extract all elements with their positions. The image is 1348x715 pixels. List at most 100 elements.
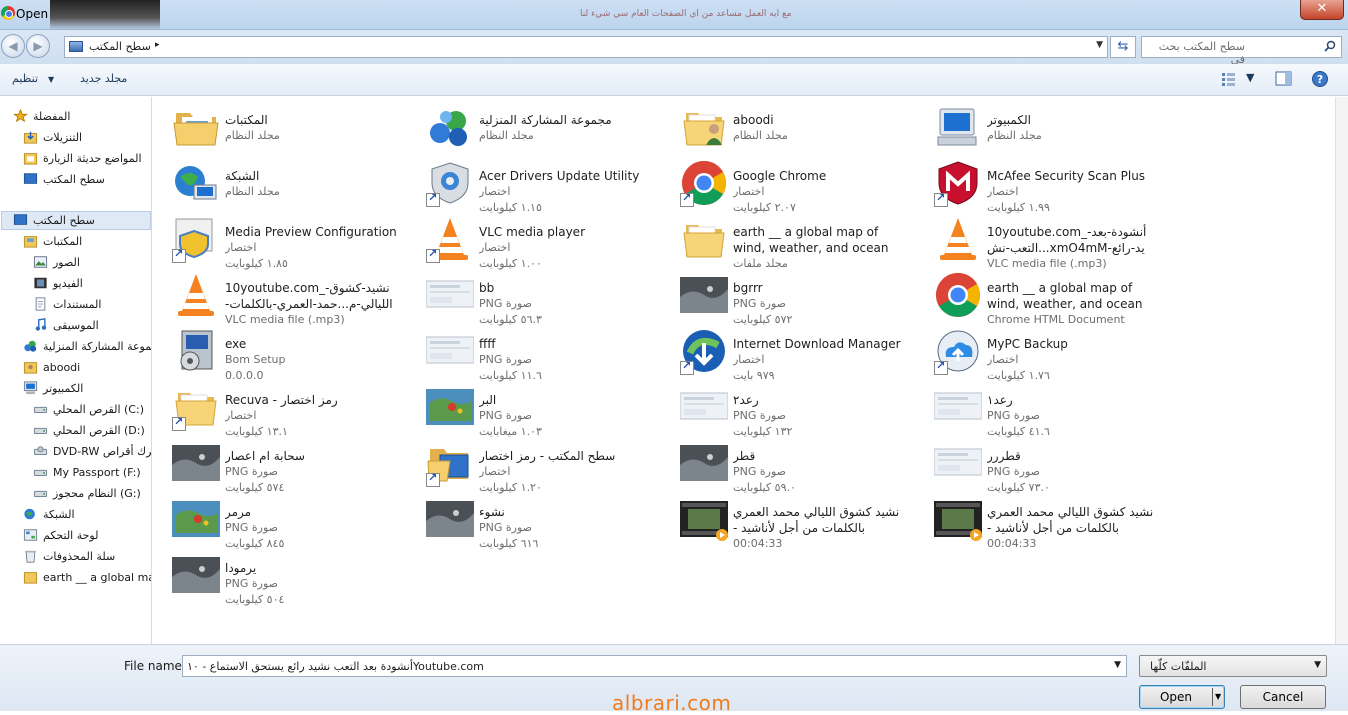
sidebar-item-label: المكتبات [43,235,83,248]
file-name: aboodi [733,113,774,127]
sidebar-item-label: المستندات [53,298,102,311]
file-name: مرمر [225,505,252,519]
file-name: Google Chrome [733,169,827,183]
file-item[interactable]: الكمبيوتر مجلد النظام [915,97,1169,151]
svg-text:?: ? [1317,73,1323,86]
file-item[interactable]: يرمودا PNG صورة ٥٠٤ كيلوبايت [153,545,407,606]
view-options-icon[interactable] [1220,70,1240,88]
file-item[interactable]: McAfee Security Scan Plusاختصار١.٩٩ كيلو… [915,153,1169,214]
file-name-input[interactable]: أنشودة بعد التعب نشيد رائع يستحق الاستما… [182,655,1127,677]
file-item[interactable]: bb PNG صورة ٥٦.٣ كيلوبايت [407,265,661,326]
file-item[interactable]: رعد١ PNG صورة ٤١.٦ كيلوبايت [915,377,1169,438]
file-name: earth __ a global map of wind, weather, … [733,225,889,255]
file-item[interactable]: Recuva - رمز اختصاراختصار١٣.١ كيلوبايت [153,377,407,438]
file-item[interactable]: ffff PNG صورة ١١.٦ كيلوبايت [407,321,661,382]
file-item[interactable]: VLC media playerاختصار١.٠٠ كيلوبايت [407,209,661,270]
libraries-icon [172,103,220,151]
open-label: Open [1159,690,1193,704]
file-type-select[interactable]: الملفّات كلّها ▼ [1139,655,1327,677]
file-type: PNG صورة [225,521,278,534]
file-size: ٦١٦ كيلوبايت [479,537,539,550]
chevron-down-icon[interactable]: ▼ [1096,40,1103,50]
recycle-bin-icon [23,549,38,563]
file-item[interactable]: Google Chromeاختصار٢.٠٧ كيلوبايت [661,153,915,214]
file-item[interactable]: نشيد كشوق الليالي محمد العمري بالكلمات م… [915,489,1169,550]
file-type: PNG صورة [225,577,278,590]
file-item[interactable]: Internet Download Managerاختصار٩٧٩ بايت [661,321,915,382]
file-type: اختصار [479,465,511,478]
file-name: bb [479,281,495,295]
sidebar-item-label: سلة المحذوفات [43,550,116,563]
view-dropdown-icon[interactable]: ▼ [1246,71,1254,84]
help-icon[interactable]: ? [1310,70,1330,88]
installer-icon [172,327,220,375]
vertical-scrollbar[interactable] [1335,97,1348,644]
back-button[interactable]: ◀ [1,34,25,58]
shortcut-arrow-icon [680,191,694,207]
file-name: VLC media player [479,225,586,239]
file-type: مجلد النظام [225,185,280,198]
file-item[interactable]: Acer Drivers Update Utilityاختصار١.١٥ كي… [407,153,661,214]
idm-icon [680,327,728,375]
image-map-icon [172,495,220,543]
refresh-button[interactable]: ⇆ [1110,36,1136,58]
open-button[interactable]: Open ▼ [1139,685,1225,709]
chrome-icon [1,6,15,20]
file-item[interactable]: قطر PNG صورة ٥٩.٠ كيلوبايت [661,433,915,494]
file-item[interactable]: exe Bom Setup 0.0.0.0 [153,321,407,382]
desktop-icon [13,213,28,227]
search-input[interactable]: سطح المكتب بحث في [1141,36,1342,66]
file-item[interactable]: قطررر PNG صورة ٧٣.٠ كيلوبايت [915,433,1169,494]
file-item[interactable]: earth __ a global map of wind, weather, … [915,265,1169,326]
file-item[interactable]: سحابة ام اعصار PNG صورة ٥٧٤ كيلوبايت [153,433,407,494]
cancel-button[interactable]: Cancel [1240,685,1326,709]
file-item[interactable]: نشوء PNG صورة ٦١٦ كيلوبايت [407,489,661,550]
image-dark-icon [426,495,474,543]
image-light-icon [679,383,729,431]
file-name: رعد١ [987,393,1013,407]
shortcut-arrow-icon [426,247,440,263]
file-name: نشيد كشوق الليالي محمد العمري بالكلمات م… [987,505,1154,535]
file-list: المكتبات مجلد النظام مجموعة المشاركة المنز… [153,97,1335,644]
shortcut-arrow-icon [934,359,948,375]
chevron-down-icon[interactable]: ▼ [1114,660,1121,670]
video-thumb-icon [680,495,728,543]
file-item[interactable]: الشبكة مجلد النظام [153,153,407,207]
file-type: PNG صورة [733,465,786,478]
background-tabs: مع ايه العمل مساعد من اي الصفحات العام س… [580,9,792,19]
file-type: PNG صورة [479,521,532,534]
file-item[interactable]: مجموعة المشاركة المنزلية مجلد النظام [407,97,661,151]
preview-pane-icon[interactable] [1274,70,1294,88]
file-item[interactable]: 10youtube.com_نشيد-كشوق-الليالي-م...حمد-… [153,265,407,326]
close-button[interactable]: ✕ [1300,0,1344,20]
homegroup-icon [23,339,38,353]
dvd-icon [33,444,48,458]
file-item[interactable]: earth __ a global map of wind, weather, … [661,209,915,270]
sidebar-item-label: مجموعة المشاركة المنزلية [43,340,152,353]
file-type: اختصار [479,241,511,254]
file-item[interactable]: المكتبات مجلد النظام [153,97,407,151]
file-item[interactable]: 10youtube.com_أنشودة-بعد-التعب-نش...xmO4… [915,209,1169,270]
sidebar-item-label: الموسيقى [53,319,99,332]
new-folder-button[interactable]: مجلد جديد [80,72,127,85]
address-bar[interactable]: سطح المكتب ▸ ▼ [64,36,1108,58]
organize-button[interactable]: تنظيم ▼ [12,72,54,85]
file-type: مجلد النظام [987,129,1042,142]
file-item[interactable]: aboodi مجلد النظام [661,97,915,151]
videos-icon [33,276,48,290]
chevron-down-icon[interactable]: ▼ [1215,686,1221,708]
breadcrumb-arrow-icon[interactable]: ▸ [155,40,160,50]
file-item[interactable]: رعد٢ PNG صورة ١٣٢ كيلوبايت [661,377,915,438]
breadcrumb-desktop[interactable]: سطح المكتب [89,40,151,53]
file-item[interactable]: bgrrr PNG صورة ٥٧٢ كيلوبايت [661,265,915,326]
file-item[interactable]: نشيد كشوق الليالي محمد العمري بالكلمات م… [661,489,915,550]
file-item[interactable]: Media Preview Configurationاختصار١.٨٥ كي… [153,209,407,270]
file-item[interactable]: البر PNG صورة ١.٠٣ ميغابايت [407,377,661,438]
music-icon [33,318,48,332]
forward-button[interactable]: ▶ [26,34,50,58]
file-item[interactable]: سطح المكتب - رمز اختصاراختصار١.٢٠ كيلوبا… [407,433,661,494]
sidebar-item-label: سطح المكتب [43,173,105,186]
file-name: 10youtube.com_نشيد-كشوق-الليالي-م...حمد-… [225,281,393,311]
file-item[interactable]: MyPC Backupاختصار١.٧٦ كيلوبايت [915,321,1169,382]
file-item[interactable]: مرمر PNG صورة ٨٤٥ كيلوبايت [153,489,407,550]
